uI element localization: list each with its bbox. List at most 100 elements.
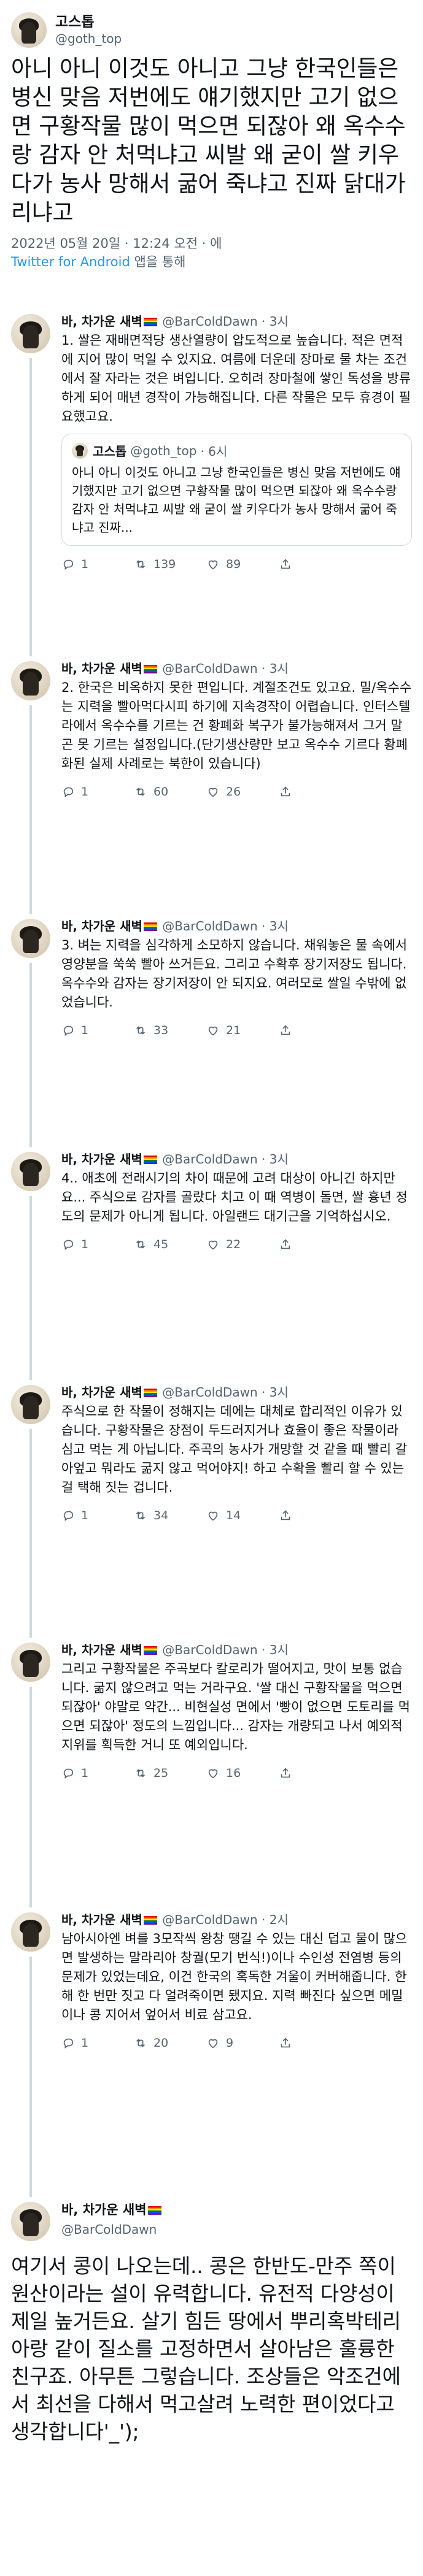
reply-time[interactable]: · 3시: [262, 919, 289, 933]
retweet-icon: [134, 2036, 153, 2050]
like-button[interactable]: 26: [206, 785, 279, 799]
reply-avatar[interactable]: [11, 1152, 50, 1191]
reply-header: 바, 차가운 새벽 @BarColdDawn · 3시: [61, 313, 412, 330]
like-button[interactable]: 16: [206, 1766, 279, 1780]
like-button[interactable]: 22: [206, 1238, 279, 1251]
quoted-time: · 6시: [200, 444, 228, 459]
reply-time[interactable]: · 3시: [262, 1152, 289, 1167]
reply-button[interactable]: 1: [61, 2036, 134, 2050]
reply-author-handle[interactable]: @BarColdDawn: [162, 1152, 257, 1167]
last-reply-header: 바, 차가운 새벽 @BarColdDawn: [61, 2201, 163, 2239]
reply-author-name[interactable]: 바, 차가운 새벽: [61, 1643, 142, 1657]
reply-time[interactable]: · 3시: [262, 1385, 289, 1400]
reply-time[interactable]: · 3시: [262, 314, 289, 329]
reply-button[interactable]: 1: [61, 785, 134, 799]
reply-author-name[interactable]: 바, 차가운 새벽: [61, 1912, 142, 1927]
reply-header: 바, 차가운 새벽 @BarColdDawn · 3시: [61, 1384, 412, 1401]
avatar[interactable]: [11, 12, 47, 48]
retweet-button[interactable]: 60: [134, 785, 206, 799]
reply-time[interactable]: · 3시: [262, 1643, 289, 1657]
reply-text: 주식으로 한 작물이 정해지는 데에는 대체로 합리적인 이유가 있습니다. 구…: [61, 1404, 408, 1495]
reply-avatar[interactable]: [11, 2202, 50, 2241]
reply-tweet[interactable]: 바, 차가운 새벽 @BarColdDawn · 3시 1. 쌀은 재배면적당 …: [0, 299, 423, 656]
reply-author-handle[interactable]: @BarColdDawn: [61, 2220, 163, 2239]
reply-button[interactable]: 1: [61, 1766, 134, 1780]
like-button[interactable]: 89: [206, 558, 279, 571]
reply-author-name[interactable]: 바, 차가운 새벽: [61, 919, 142, 933]
retweet-button[interactable]: 34: [134, 1509, 206, 1522]
reply-avatar[interactable]: [11, 314, 50, 353]
reply-count: 1: [81, 558, 89, 571]
thread-line: [29, 705, 32, 914]
share-button[interactable]: [279, 1238, 351, 1251]
reply-text: 3. 벼는 지력을 심각하게 소모하지 않습니다. 채워놓은 물 속에서 영양분…: [61, 938, 408, 1010]
source-app-link[interactable]: Twitter for Android: [11, 255, 130, 269]
tweet-timestamp[interactable]: 2022년 05월 20일 · 12:24 오전 · 에: [11, 234, 412, 253]
reply-button[interactable]: 1: [61, 558, 134, 571]
reply-author-name[interactable]: 바, 차가운 새벽: [61, 314, 142, 329]
share-button[interactable]: [279, 558, 351, 571]
share-button[interactable]: [279, 785, 351, 799]
author-names: 고스톱 @goth_top: [55, 13, 122, 47]
reply-author-name[interactable]: 바, 차가운 새벽: [61, 2202, 147, 2217]
reply-time[interactable]: · 2시: [262, 1912, 289, 1927]
share-button[interactable]: [279, 1024, 351, 1037]
reply-avatar[interactable]: [11, 1643, 50, 1682]
share-icon: [279, 558, 298, 571]
thread-line: [29, 1687, 32, 1907]
reply-tweet[interactable]: 바, 차가운 새벽 @BarColdDawn · 3시 2. 한국은 비옥하지 …: [0, 646, 423, 914]
like-button[interactable]: 21: [206, 1024, 279, 1037]
reply-author-handle[interactable]: @BarColdDawn: [162, 314, 257, 329]
retweet-button[interactable]: 45: [134, 1238, 206, 1251]
reply-avatar[interactable]: [11, 661, 50, 700]
reply-time[interactable]: · 3시: [262, 661, 289, 676]
retweet-button[interactable]: 33: [134, 1024, 206, 1037]
like-button[interactable]: 9: [206, 2036, 279, 2050]
author-handle[interactable]: @goth_top: [55, 31, 122, 47]
tweet-action-bar: 1 60 26: [61, 784, 412, 799]
rainbow-flag-icon: [143, 1389, 157, 1397]
reply-header: 바, 차가운 새벽 @BarColdDawn · 3시: [61, 1151, 412, 1168]
reply-avatar[interactable]: [11, 1912, 50, 1952]
reply-author-handle[interactable]: @BarColdDawn: [162, 1643, 257, 1657]
retweet-button[interactable]: 25: [134, 1766, 206, 1780]
tweet-action-bar: 1 45 22: [61, 1237, 412, 1252]
reply-body: 바, 차가운 새벽 @BarColdDawn · 3시 주식으로 한 작물이 정…: [61, 1384, 412, 1523]
tweet-source: Twitter for Android 앱을 통해: [11, 253, 412, 271]
reply-button[interactable]: 1: [61, 1238, 134, 1251]
rainbow-flag-icon: [143, 665, 157, 673]
share-button[interactable]: [279, 1766, 351, 1780]
reply-author-handle[interactable]: @BarColdDawn: [162, 1385, 257, 1400]
reply-tweet[interactable]: 바, 차가운 새벽 @BarColdDawn · 3시 4.. 애초에 전래시기…: [0, 1137, 423, 1380]
reply-author-handle[interactable]: @BarColdDawn: [162, 661, 257, 676]
reply-tweet[interactable]: 바, 차가운 새벽 @BarColdDawn · 2시 남아시아엔 벼를 3모작…: [0, 1898, 423, 2197]
reply-author-name[interactable]: 바, 차가운 새벽: [61, 1152, 142, 1167]
reply-author-handle[interactable]: @BarColdDawn: [162, 1912, 257, 1927]
reply-body: 바, 차가운 새벽 @BarColdDawn · 2시 남아시아엔 벼를 3모작…: [61, 1911, 412, 2050]
reply-avatar[interactable]: [11, 1385, 50, 1424]
reply-tweet[interactable]: 바, 차가운 새벽 @BarColdDawn · 3시 주식으로 한 작물이 정…: [0, 1370, 423, 1638]
retweet-button[interactable]: 20: [134, 2036, 206, 2050]
reply-avatar[interactable]: [11, 919, 50, 958]
reply-header: 바, 차가운 새벽 @BarColdDawn · 3시: [61, 918, 412, 935]
reply-author-name[interactable]: 바, 차가운 새벽: [61, 1385, 142, 1400]
tweet-action-bar: 1 20 9: [61, 2036, 412, 2050]
retweet-button[interactable]: 139: [134, 558, 206, 571]
reply-author-handle[interactable]: @BarColdDawn: [162, 919, 257, 933]
share-button[interactable]: [279, 2036, 351, 2050]
reply-button[interactable]: 1: [61, 1509, 134, 1522]
quoted-tweet[interactable]: 고스톱 @goth_top · 6시 아니 아니 이것도 아니고 그냥 한국인들…: [61, 434, 412, 546]
thread-line: [29, 1196, 32, 1380]
main-tweet-text: 아니 아니 이것도 아니고 그냥 한국인들은 병신 맞음 저번에도 얘기했지만 …: [11, 55, 406, 226]
reply-tweet[interactable]: 바, 차가운 새벽 @BarColdDawn · 3시 그리고 구황작물은 주곡…: [0, 1628, 423, 1907]
reply-button[interactable]: 1: [61, 1024, 134, 1037]
reply-author-name[interactable]: 바, 차가운 새벽: [61, 661, 142, 676]
reply-tweet[interactable]: 바, 차가운 새벽 @BarColdDawn · 3시 3. 벼는 지력을 심각…: [0, 904, 423, 1147]
quoted-author-handle: @goth_top: [130, 443, 197, 458]
share-button[interactable]: [279, 1509, 351, 1522]
like-button[interactable]: 14: [206, 1509, 279, 1522]
rainbow-flag-icon: [143, 1156, 157, 1164]
reply-icon: [61, 1766, 81, 1780]
author-display-name[interactable]: 고스톱: [55, 13, 122, 31]
last-reply[interactable]: 바, 차가운 새벽 @BarColdDawn 여기서 콩이 나오는데.. 콩은 …: [0, 2187, 423, 2576]
